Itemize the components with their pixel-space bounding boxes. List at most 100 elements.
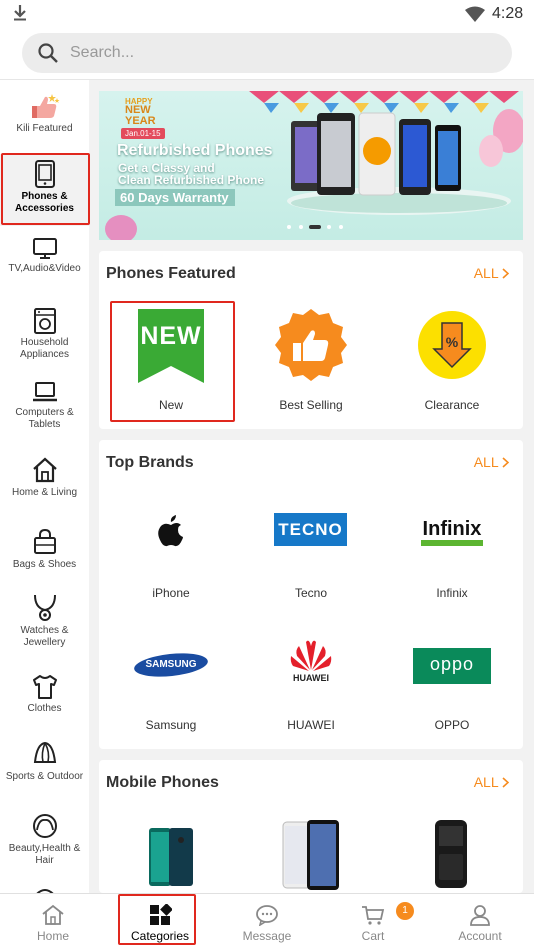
brand-label: HUAWEI — [287, 718, 335, 732]
download-icon — [14, 5, 26, 21]
sidebar-item-kili-featured[interactable]: Kili Featured — [0, 92, 89, 135]
account-icon — [470, 905, 490, 926]
svg-text:%: % — [446, 334, 459, 350]
featured-label: Clearance — [424, 398, 480, 412]
brand-oppo[interactable]: oppo OPPO — [390, 630, 514, 732]
percent-down-icon: % — [418, 311, 486, 379]
top-brands-card: Top Brands ALL iPhone TECNO Tecno Infini… — [99, 440, 523, 749]
washing-machine-icon — [33, 308, 56, 334]
brand-tecno[interactable]: TECNO Tecno — [249, 500, 373, 600]
nav-categories[interactable]: Categories — [107, 894, 213, 949]
apple-logo — [158, 515, 183, 547]
featured-best-selling[interactable]: Best Selling — [249, 301, 373, 421]
chevron-right-icon — [502, 457, 510, 468]
view-all-link[interactable]: ALL — [473, 454, 510, 470]
section-title: Phones Featured — [106, 265, 236, 282]
brand-iphone[interactable]: iPhone — [109, 500, 233, 600]
bottom-navigation: Home Categories Message Cart 1 Account — [0, 893, 534, 949]
promo-banner[interactable]: HAPPY NEW YEAR Jan.01-15 Refurbished Pho… — [99, 91, 523, 240]
cart-badge: 1 — [396, 902, 414, 920]
view-all-label: ALL — [473, 774, 499, 790]
wifi-icon — [465, 6, 485, 22]
sidebar-item-label: Bags & Shoes — [12, 559, 77, 570]
section-title: Mobile Phones — [106, 774, 219, 791]
infinix-tagline-bar — [421, 540, 483, 546]
search-input[interactable]: Search... — [22, 33, 512, 73]
nav-home[interactable]: Home — [0, 894, 106, 949]
nav-label: Cart — [361, 929, 385, 943]
sidebar-item-beauty-health-hair[interactable]: Beauty,Health & Hair — [0, 812, 89, 867]
product-phone-image[interactable] — [281, 818, 343, 890]
brand-label: Tecno — [294, 586, 328, 600]
tv-icon — [32, 238, 57, 259]
featured-label: New — [158, 398, 183, 412]
nav-cart[interactable]: Cart — [320, 894, 426, 949]
mobile-phones-card: Mobile Phones ALL — [99, 760, 523, 893]
sidebar-item-label: TV,Audio&Video — [8, 263, 81, 274]
huawei-logo-text: HUAWEI — [293, 673, 329, 683]
sidebar-item-computers-tablets[interactable]: Computers & Tablets — [0, 380, 89, 431]
search-icon — [38, 43, 58, 63]
home-icon — [32, 457, 57, 483]
sidebar-item-bags-shoes[interactable]: Bags & Shoes — [0, 528, 89, 571]
view-all-link[interactable]: ALL — [473, 774, 510, 790]
banner-dates: Jan.01-15 — [121, 128, 165, 139]
sidebar-item-clothes[interactable]: Clothes — [0, 674, 89, 715]
brand-infinix[interactable]: Infinix Infinix — [390, 500, 514, 600]
featured-clearance[interactable]: % Clearance — [390, 301, 514, 421]
brand-label: Infinix — [436, 586, 468, 600]
view-all-label: ALL — [473, 454, 499, 470]
bag-icon — [33, 528, 56, 554]
partial-category-icon — [36, 889, 54, 893]
product-phone-image[interactable] — [147, 826, 195, 888]
brand-label: OPPO — [434, 718, 470, 732]
sidebar-item-label: Phones & Accessories — [15, 191, 74, 214]
sidebar-item-home-living[interactable]: Home & Living — [0, 456, 89, 499]
ball-icon — [33, 741, 56, 763]
sidebar-item-label: Home & Living — [11, 487, 78, 498]
sidebar-item-household-appliances[interactable]: Household Appliances — [0, 308, 89, 361]
nav-label: Message — [242, 929, 292, 943]
sidebar-item-label: Computers & Tablets — [15, 407, 74, 430]
banner-title: Refurbished Phones — [117, 142, 273, 159]
view-all-link[interactable]: ALL — [473, 265, 510, 281]
sidebar-item-label: Sports & Outdoor — [5, 771, 84, 782]
brand-huawei[interactable]: HUAWEI HUAWEI — [249, 630, 373, 732]
nav-account[interactable]: Account — [427, 894, 533, 949]
thumbs-up-stars-icon — [31, 94, 59, 118]
sidebar-item-label: Beauty,Health & Hair — [8, 843, 81, 866]
infinix-logo: Infinix — [422, 518, 482, 540]
sidebar-item-sports-outdoor[interactable]: Sports & Outdoor — [0, 740, 89, 783]
status-bar: 4:28 — [0, 0, 534, 28]
nav-label: Categories — [130, 929, 190, 943]
brand-label: iPhone — [152, 586, 190, 600]
search-placeholder: Search... — [70, 44, 135, 61]
shirt-icon — [32, 675, 57, 699]
banner-subtitle-2: Clean Refurbished Phone — [118, 173, 265, 187]
chevron-right-icon — [502, 777, 510, 788]
sidebar-item-label: Household Appliances — [20, 337, 69, 360]
sidebar-item-label: Kili Featured — [16, 123, 73, 134]
face-icon — [32, 814, 57, 838]
chevron-right-icon — [502, 268, 510, 279]
view-all-label: ALL — [473, 265, 499, 281]
nav-label: Home — [36, 929, 69, 943]
sidebar-item-tv-audio-video[interactable]: TV,Audio&Video — [0, 236, 89, 275]
featured-new[interactable]: NEW New — [109, 301, 233, 421]
categories-icon — [150, 904, 172, 925]
nav-message[interactable]: Message — [214, 894, 320, 949]
search-bar: Search... — [0, 28, 534, 80]
category-sidebar[interactable]: Kili Featured Phones & Accessories TV,Au… — [0, 80, 89, 893]
section-title: Top Brands — [106, 454, 194, 471]
sidebar-item-phones-accessories[interactable]: Phones & Accessories — [0, 154, 89, 226]
sidebar-item-watches-jewellery[interactable]: Watches & Jewellery — [0, 592, 89, 649]
tecno-logo-text: TECNO — [278, 520, 343, 539]
huawei-logo — [290, 640, 332, 671]
featured-label: Best Selling — [279, 398, 343, 412]
brand-samsung[interactable]: SAMSUNG Samsung — [109, 630, 233, 732]
sidebar-item-label: Clothes — [27, 703, 62, 714]
brand-label: Samsung — [145, 718, 197, 732]
product-phone-image[interactable] — [429, 818, 473, 890]
sidebar-item-label: Watches & Jewellery — [20, 625, 69, 648]
banner-new-year: NEW YEAR — [125, 104, 156, 127]
